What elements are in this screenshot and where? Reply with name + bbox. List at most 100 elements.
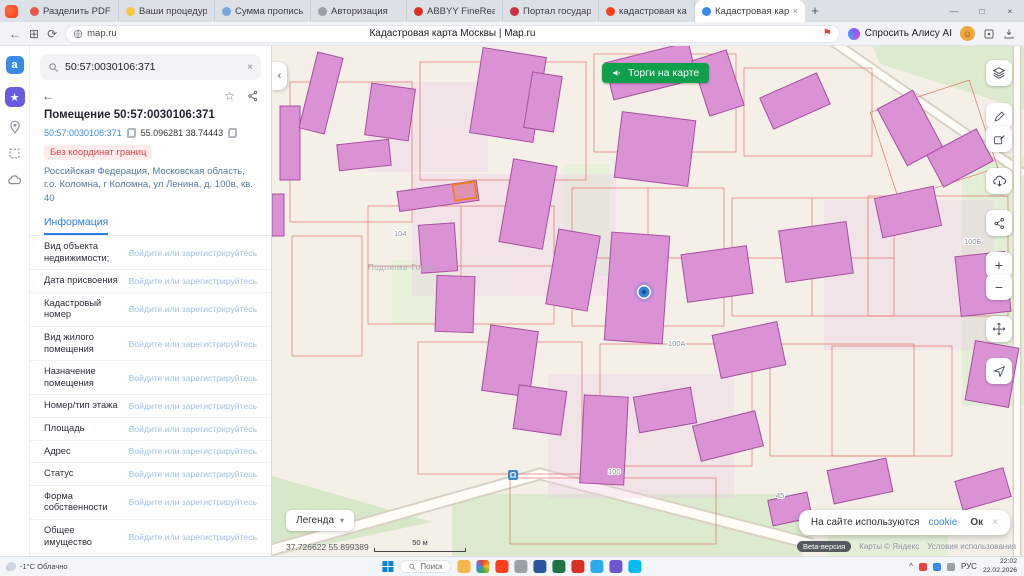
taskbar-app-icon-6[interactable] — [553, 560, 566, 573]
pan-button[interactable] — [986, 316, 1012, 342]
refresh-button[interactable]: ⟳ — [47, 28, 57, 40]
select-area-icon[interactable] — [8, 147, 21, 160]
login-register-link[interactable]: Войдите или зарегистрируйтесь — [129, 532, 257, 542]
back-button[interactable]: ← — [9, 28, 21, 40]
window-minimize-button[interactable]: — — [940, 0, 968, 22]
panel-back-button[interactable]: ← — [42, 89, 54, 103]
clear-search-icon[interactable]: × — [247, 62, 253, 73]
cookie-ok-button[interactable]: Ок — [970, 517, 983, 528]
info-row-label: Форма собственности — [44, 491, 121, 514]
taskbar-tray: ^ РУС 22:02 22.02.2026 — [909, 558, 1017, 574]
taskbar-app-icon-2[interactable] — [477, 560, 490, 573]
login-register-link[interactable]: Войдите или зарегистрируйтесь — [129, 401, 257, 411]
edit-button[interactable] — [986, 126, 1012, 152]
login-register-link[interactable]: Войдите или зарегистрируйтесь — [129, 304, 257, 314]
browser-tab-6[interactable]: Портал государств — [503, 0, 599, 22]
panel-collapse-button[interactable]: ‹ — [272, 62, 287, 90]
login-register-link[interactable]: Войдите или зарегистрируйтесь — [129, 497, 257, 507]
taskbar-weather-widget[interactable]: -1°C Облачно — [7, 562, 68, 571]
browser-tab-4[interactable]: Авторизация — [311, 0, 407, 22]
tray-expand-icon[interactable]: ^ — [909, 562, 913, 571]
copy-icon[interactable] — [228, 128, 237, 138]
login-register-link[interactable]: Войдите или зарегистрируйтесь — [129, 469, 257, 479]
start-button[interactable] — [382, 561, 393, 572]
browser-tab-1[interactable]: Разделить PDF фай — [23, 0, 119, 22]
extensions-icon[interactable] — [983, 28, 995, 40]
map-area[interactable]: Подлипки-Город 104 100А 100 100Б 45 ‹ То… — [272, 46, 1024, 556]
scale-bar: 50 м — [374, 538, 466, 552]
share-icon[interactable] — [247, 90, 259, 102]
taskbar-app-icon-5[interactable] — [534, 560, 547, 573]
browser-tab-2[interactable]: Ваши процедуры - — [119, 0, 215, 22]
torgi-button[interactable]: Торги на карте — [602, 63, 709, 83]
browser-logo-icon[interactable] — [5, 5, 18, 18]
cookie-close-icon[interactable]: × — [992, 517, 998, 528]
tab-favicon — [222, 7, 231, 16]
browser-tab-7[interactable]: кадастровая карта — [599, 0, 695, 22]
svg-text:104: 104 — [394, 229, 407, 238]
tableau-grid-button[interactable]: ⊞ — [29, 28, 39, 40]
map-share-button[interactable] — [986, 210, 1012, 236]
login-register-link[interactable]: Войдите или зарегистрируйтесь — [129, 276, 257, 286]
location-pin-icon[interactable] — [8, 120, 22, 134]
favorite-star-icon[interactable]: ☆ — [224, 89, 235, 103]
sidebar-item-favorites[interactable]: ★ — [5, 87, 25, 107]
cadastral-number[interactable]: 50:57:0030106:371 — [44, 128, 122, 138]
login-register-link[interactable]: Войдите или зарегистрируйтесь — [129, 424, 257, 434]
taskbar-app-icon-1[interactable] — [458, 560, 471, 573]
browser-tab-5[interactable]: ABBYY FineReader — [407, 0, 503, 22]
window-maximize-button[interactable]: □ — [968, 0, 996, 22]
login-register-link[interactable]: Войдите или зарегистрируйтесь — [129, 248, 257, 258]
cookie-link[interactable]: cookie — [928, 517, 957, 528]
language-indicator[interactable]: РУС — [961, 562, 977, 571]
login-register-link[interactable]: Войдите или зарегистрируйтесь — [129, 446, 257, 456]
info-row: Площадь Войдите или зарегистрируйтесь — [30, 418, 271, 441]
cadastral-map-canvas[interactable]: Подлипки-Город 104 100А 100 100Б 45 — [272, 46, 1024, 556]
avatar-face-icon: ☺ — [963, 29, 972, 39]
tray-icon[interactable] — [947, 563, 955, 571]
star-icon: ★ — [10, 91, 20, 104]
taskbar-app-icon-10[interactable] — [629, 560, 642, 573]
zoom-out-button[interactable]: − — [986, 274, 1012, 300]
object-identifiers: 50:57:0030106:371 55.096281 38.74443 — [30, 122, 271, 140]
terms-link[interactable]: Условия использования — [927, 542, 1016, 551]
tab-close-icon[interactable]: × — [793, 6, 798, 16]
locate-button[interactable] — [986, 358, 1012, 384]
search-icon — [48, 62, 59, 73]
legend-button[interactable]: Легенда ▾ — [286, 510, 354, 531]
login-register-link[interactable]: Войдите или зарегистрируйтесь — [129, 339, 257, 349]
tab-information[interactable]: Информация — [44, 210, 108, 235]
search-bar[interactable]: × — [40, 54, 261, 80]
taskbar-app-icon-3[interactable] — [496, 560, 509, 573]
taskbar-app-icon-4[interactable] — [515, 560, 528, 573]
clock[interactable]: 22:02 22.02.2026 — [983, 558, 1017, 574]
taskbar-app-icon-8[interactable] — [591, 560, 604, 573]
auction-icon — [612, 68, 622, 78]
tab-favicon — [510, 7, 519, 16]
copy-icon[interactable] — [127, 128, 136, 138]
taskbar-search[interactable]: Поиск — [399, 560, 451, 573]
login-register-link[interactable]: Войдите или зарегистрируйтесь — [129, 373, 257, 383]
alice-button[interactable]: Спросить Алису AI — [848, 28, 952, 40]
window-close-button[interactable]: × — [996, 0, 1024, 22]
tab-favicon — [30, 7, 39, 16]
layers-button[interactable] — [986, 60, 1012, 86]
tray-icon[interactable] — [919, 563, 927, 571]
downloads-icon[interactable] — [1003, 28, 1015, 40]
tray-icon[interactable] — [933, 563, 941, 571]
cloud-download-button[interactable] — [986, 168, 1012, 194]
new-tab-button[interactable]: + — [805, 0, 825, 22]
app-logo[interactable]: a — [6, 56, 24, 74]
location-marker[interactable] — [634, 282, 654, 302]
browser-tab-3[interactable]: Сумма прописью о — [215, 0, 311, 22]
address-bar[interactable]: map.ru Кадастровая карта Москвы | Map.ru… — [65, 25, 840, 43]
search-input[interactable] — [65, 61, 241, 73]
profile-avatar[interactable]: ☺ — [960, 26, 975, 41]
taskbar-app-icon-7[interactable] — [572, 560, 585, 573]
svg-text:Подлипки-Город: Подлипки-Город — [368, 263, 435, 272]
selected-parcel-highlight[interactable] — [453, 182, 477, 201]
cloud-icon[interactable] — [7, 173, 22, 188]
browser-tab-8-active[interactable]: Кадастровая кар × — [695, 0, 805, 22]
taskbar-app-icon-9[interactable] — [610, 560, 623, 573]
bookmark-flag-icon[interactable]: ⚑ — [823, 28, 832, 39]
